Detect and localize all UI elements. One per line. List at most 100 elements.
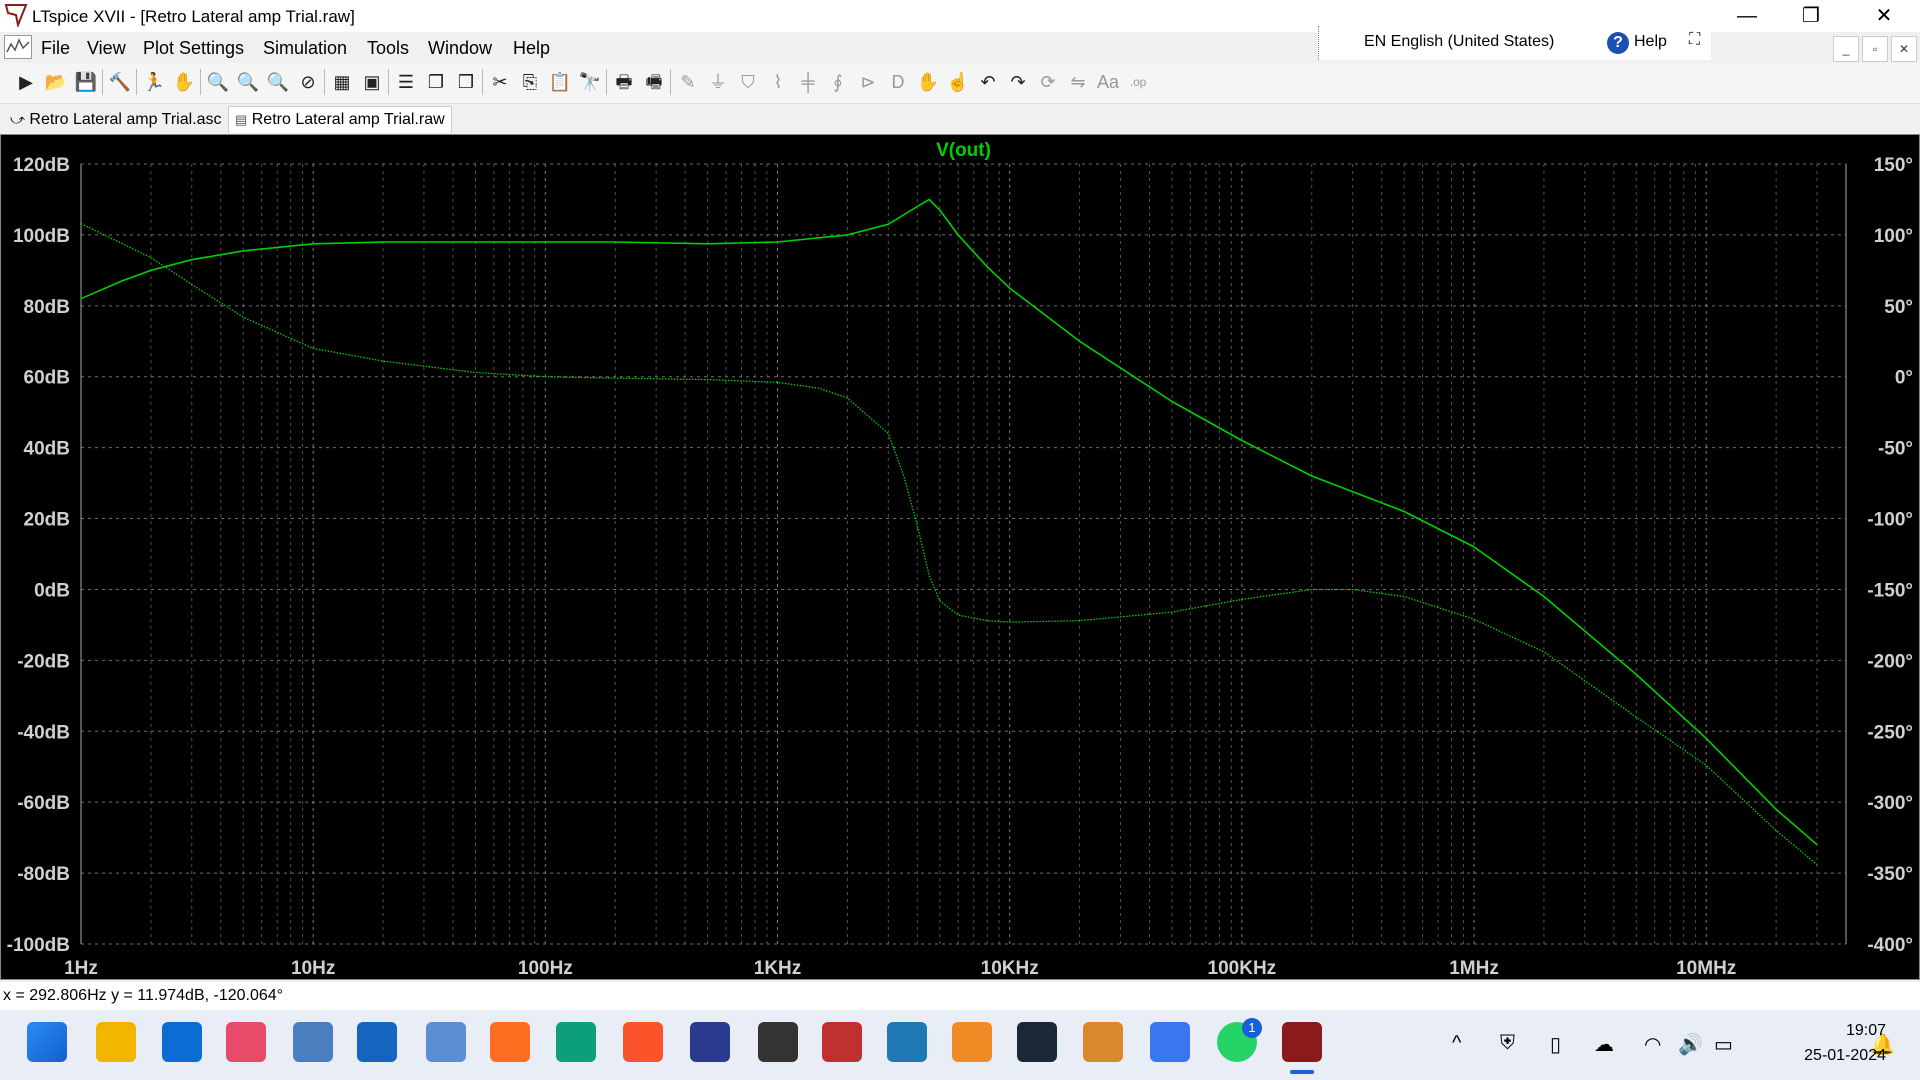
signal-icon[interactable] <box>1150 1022 1190 1062</box>
text-icon[interactable]: Aa <box>1096 69 1120 95</box>
phase-trace[interactable] <box>80 223 1818 866</box>
clock-time[interactable]: 19:07 <box>1810 1022 1886 1040</box>
menu-window[interactable]: Window <box>428 38 492 59</box>
menu-view[interactable]: View <box>87 38 126 59</box>
save-icon[interactable]: 💾 <box>74 69 98 95</box>
mdi-close-button[interactable]: ✕ <box>1891 36 1917 62</box>
store-icon[interactable] <box>162 1022 202 1062</box>
resistor-icon[interactable]: ⌇ <box>766 69 790 95</box>
zoom-cancel-icon[interactable]: ⊘ <box>296 69 320 95</box>
drag-icon[interactable]: ☝ <box>946 69 970 95</box>
menu-tools[interactable]: Tools <box>367 38 409 59</box>
mdi-restore-button[interactable]: ▫ <box>1862 36 1888 62</box>
waveform-plot-pane[interactable]: 120dB 100dB 80dB 60dB 40dB 20dB 0dB -20dB -40dB -… <box>0 134 1920 980</box>
ltspice-icon[interactable] <box>1282 1022 1322 1062</box>
trace-title[interactable]: V(out) <box>936 140 991 161</box>
x-tick-label: 10Hz <box>291 958 335 979</box>
maximize-button[interactable]: ❐ <box>1782 0 1840 32</box>
reader-icon[interactable] <box>952 1022 992 1062</box>
y-left-tick-label: 80dB <box>24 297 70 318</box>
cascade-icon[interactable]: ❐ <box>424 69 448 95</box>
tile-horizontal-icon[interactable]: ☰ <box>394 69 418 95</box>
security-icon[interactable]: ⛨ <box>1500 1032 1515 1055</box>
wifi-icon[interactable]: ◠ <box>1644 1032 1661 1057</box>
steam-icon[interactable] <box>1017 1022 1057 1062</box>
flag-app-icon[interactable] <box>822 1022 862 1062</box>
photos-icon[interactable] <box>426 1022 466 1062</box>
new-schematic-icon[interactable]: ▶ <box>14 69 38 95</box>
brave-icon[interactable] <box>623 1022 663 1062</box>
minimize-button[interactable]: — <box>1718 0 1776 32</box>
toolbar-separator <box>388 69 389 95</box>
tile-vertical-icon[interactable]: ❒ <box>454 69 478 95</box>
bing-icon[interactable] <box>887 1022 927 1062</box>
ltspice-logo-icon <box>4 4 28 27</box>
undo-icon[interactable]: ↶ <box>976 69 1000 95</box>
tab-schematic[interactable]: ⤻ Retro Lateral amp Trial.asc <box>4 106 228 132</box>
rotate-icon[interactable]: ⟳ <box>1036 69 1060 95</box>
inductor-icon[interactable]: ∮ <box>826 69 850 95</box>
component-icon[interactable]: D <box>886 69 910 95</box>
find-icon[interactable]: 🔭 <box>578 69 602 95</box>
document-menu-icon[interactable] <box>4 35 32 59</box>
zoom-extents-icon[interactable]: ▣ <box>360 69 384 95</box>
capacitor-icon[interactable]: ╪ <box>796 69 820 95</box>
clock-date[interactable]: 25-01-2024 <box>1760 1047 1886 1065</box>
cursor-readout: x = 292.806Hz y = 11.974dB, -120.064° <box>3 987 284 1004</box>
expand-icon[interactable]: ⛶ <box>1689 31 1700 49</box>
run-icon[interactable]: 🏃 <box>142 69 166 95</box>
y-left-tick-label: 100dB <box>13 226 70 247</box>
pan-icon[interactable]: ✋ <box>172 69 196 95</box>
help-button[interactable]: Help <box>1634 33 1667 51</box>
windows-start-icon[interactable] <box>27 1022 67 1062</box>
open-icon[interactable]: 📂 <box>44 69 68 95</box>
wire-icon[interactable]: ✎ <box>676 69 700 95</box>
ground-icon[interactable]: ⏚ <box>706 69 730 95</box>
bode-plot[interactable]: 120dB 100dB 80dB 60dB 40dB 20dB 0dB -20dB -40dB -… <box>1 135 1919 979</box>
control-panel-icon[interactable]: 🔨 <box>108 69 132 95</box>
menu-file[interactable]: File <box>41 38 70 59</box>
itunes-icon[interactable] <box>226 1022 266 1062</box>
magnitude-trace[interactable] <box>80 198 1818 846</box>
print-icon[interactable]: 🖶 <box>612 69 636 95</box>
menu-simulation[interactable]: Simulation <box>263 38 347 59</box>
spice-directive-icon[interactable]: .op <box>1126 69 1150 95</box>
paste-icon[interactable]: 📋 <box>548 69 572 95</box>
show-hidden-icons-icon[interactable]: ^ <box>1452 1032 1461 1055</box>
battery-icon[interactable]: ▭ <box>1714 1032 1733 1057</box>
label-net-icon[interactable]: ⛉ <box>736 69 760 95</box>
diode-icon[interactable]: ⊳ <box>856 69 880 95</box>
app-icon[interactable] <box>690 1022 730 1062</box>
zoom-fit-icon[interactable]: 🔍 <box>266 69 290 95</box>
copy-icon[interactable]: ⎘ <box>518 69 542 95</box>
close-button[interactable]: ✕ <box>1855 0 1913 32</box>
volume-icon[interactable]: 🔊 <box>1678 1032 1703 1057</box>
menu-plot-settings[interactable]: Plot Settings <box>143 38 244 59</box>
mirror-icon[interactable]: ⇋ <box>1066 69 1090 95</box>
print-preview-icon[interactable]: 🖷 <box>642 69 666 95</box>
toolbar-separator <box>136 69 137 95</box>
language-selector[interactable]: EN English (United States) <box>1364 33 1554 51</box>
zoom-out-icon[interactable]: 🔍 <box>236 69 260 95</box>
help-icon[interactable]: ? <box>1607 32 1629 54</box>
zoom-in-icon[interactable]: 🔍 <box>206 69 230 95</box>
edge-icon[interactable] <box>556 1022 596 1062</box>
menu-help[interactable]: Help <box>513 38 550 59</box>
tab-waveform[interactable]: ▤ Retro Lateral amp Trial.raw <box>228 106 452 133</box>
autorange-icon[interactable]: ▦ <box>330 69 354 95</box>
redo-icon[interactable]: ↷ <box>1006 69 1030 95</box>
y-right-tick-label: 150° <box>1874 155 1913 176</box>
notepad-icon[interactable] <box>293 1022 333 1062</box>
move-icon[interactable]: ✋ <box>916 69 940 95</box>
winamp-icon[interactable] <box>1083 1022 1123 1062</box>
x-tick-label: 10MHz <box>1676 958 1736 979</box>
firefox-icon[interactable] <box>490 1022 530 1062</box>
mdi-minimize-button[interactable]: _ <box>1833 36 1859 62</box>
cut-icon[interactable]: ✂ <box>488 69 512 95</box>
onedrive-icon[interactable]: ☁ <box>1594 1032 1614 1057</box>
mail-icon[interactable] <box>357 1022 397 1062</box>
y-left-tick-label: -20dB <box>17 651 70 672</box>
usb-icon[interactable]: ▯ <box>1550 1032 1561 1057</box>
alienware-icon[interactable] <box>758 1022 798 1062</box>
file-explorer-icon[interactable] <box>96 1022 136 1062</box>
